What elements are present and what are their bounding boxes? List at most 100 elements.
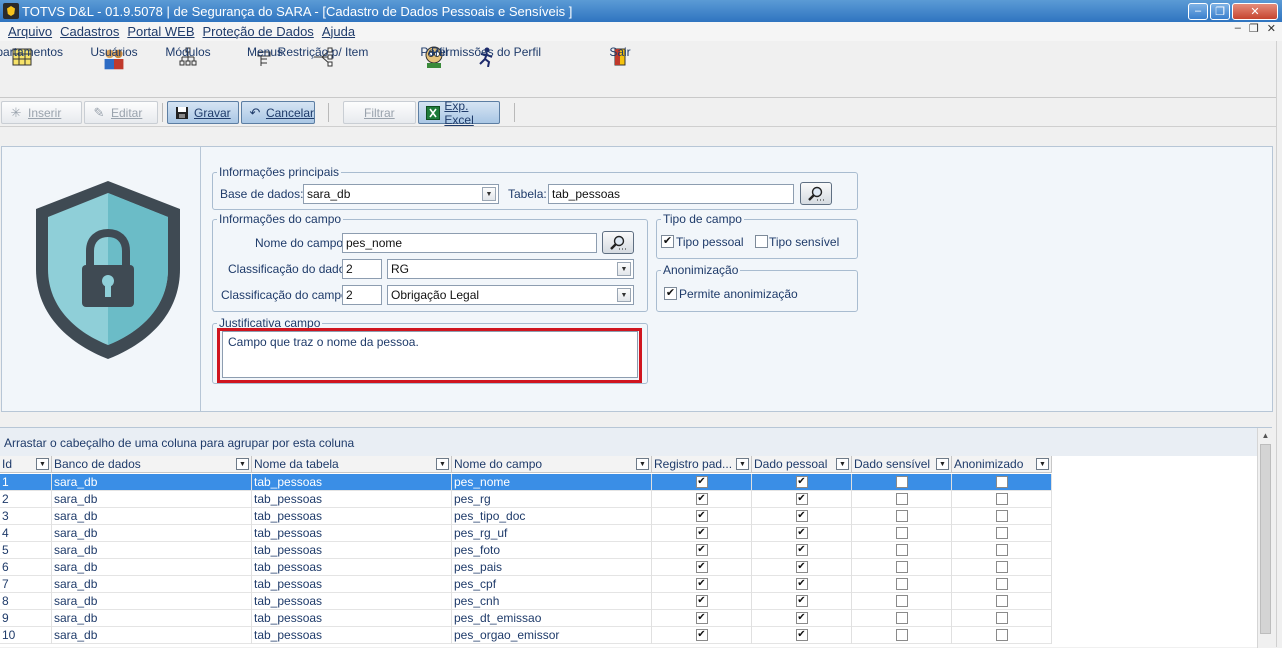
table-row[interactable]: 8 sara_db tab_pessoas pes_cnh ✔ ✔ [0,593,1052,610]
ribbon-modulos-button[interactable]: Módulos [165,45,211,75]
row-checkbox[interactable]: ✔ [795,510,808,522]
row-checkbox[interactable]: ✔ [795,561,808,573]
scroll-up-icon[interactable]: ▲ [1258,428,1273,443]
menu-ajuda[interactable]: Ajuda [318,24,359,39]
gravar-button[interactable]: Gravar [167,101,239,124]
chevron-down-icon[interactable]: ▼ [482,187,496,201]
row-checkbox[interactable] [895,476,908,488]
maximize-button[interactable]: ❐ [1210,2,1230,20]
row-checkbox[interactable] [895,527,908,539]
row-checkbox[interactable] [995,544,1008,556]
minimize-button[interactable]: ‒ [1188,2,1208,20]
base-dropdown[interactable]: sara_db ▼ [303,184,499,204]
row-checkbox[interactable]: ✔ [795,612,808,624]
row-checkbox[interactable]: ✔ [795,476,808,488]
filter-dropdown-icon[interactable]: ▼ [1036,458,1049,470]
table-row[interactable]: 5 sara_db tab_pessoas pes_foto ✔ ✔ [0,542,1052,559]
mdi-restore-button[interactable]: ❐ [1249,22,1259,35]
exp-excel-button[interactable]: Exp. Excel [418,99,500,127]
row-checkbox[interactable] [995,612,1008,624]
tipo-pessoal-checkbox[interactable]: ✔ [661,235,674,248]
cancelar-button[interactable]: ↶ Cancelar [241,101,315,124]
ribbon-permissoes-button[interactable]: Permissões do Perfil [431,45,541,75]
row-checkbox[interactable] [895,612,908,624]
row-checkbox[interactable]: ✔ [795,595,808,607]
chevron-down-icon[interactable]: ▼ [617,262,631,276]
row-checkbox[interactable] [895,629,908,641]
permite-anonimizacao-checkbox[interactable]: ✔ [664,287,677,300]
col-anonimizado-header[interactable]: Anonimizado ▼ [952,456,1052,473]
row-checkbox[interactable]: ✔ [695,612,708,624]
nome-campo-input[interactable]: pes_nome [342,233,597,253]
col-banco-header[interactable]: Banco de dados ▼ [52,456,252,473]
row-checkbox[interactable] [895,510,908,522]
table-row[interactable]: 4 sara_db tab_pessoas pes_rg_uf ✔ ✔ [0,525,1052,542]
row-checkbox[interactable]: ✔ [695,510,708,522]
col-tabela-header[interactable]: Nome da tabela ▼ [252,456,452,473]
row-checkbox[interactable]: ✔ [695,493,708,505]
ribbon-sair-button[interactable]: Sair [608,45,632,75]
row-checkbox[interactable] [995,595,1008,607]
col-registro-header[interactable]: Registro pad... ▼ [652,456,752,473]
row-checkbox[interactable]: ✔ [795,527,808,539]
filter-dropdown-icon[interactable]: ▼ [236,458,249,470]
mdi-close-button[interactable]: ✕ [1267,22,1276,35]
tipo-sensivel-checkbox[interactable] [755,235,768,248]
row-checkbox[interactable]: ✔ [695,527,708,539]
row-checkbox[interactable] [895,578,908,590]
row-checkbox[interactable]: ✔ [695,476,708,488]
row-checkbox[interactable] [995,493,1008,505]
filter-dropdown-icon[interactable]: ▼ [636,458,649,470]
table-row[interactable]: 7 sara_db tab_pessoas pes_cpf ✔ ✔ [0,576,1052,593]
row-checkbox[interactable] [895,561,908,573]
close-button[interactable]: ✕ [1232,2,1278,20]
ribbon-menus-button[interactable]: Menus [247,45,283,79]
class-dado-dropdown[interactable]: RG ▼ [387,259,634,279]
table-row[interactable]: 1 sara_db tab_pessoas pes_nome ✔ ✔ [0,474,1052,491]
row-checkbox[interactable]: ✔ [695,629,708,641]
row-checkbox[interactable] [895,493,908,505]
col-campo-header[interactable]: Nome do campo ▼ [452,456,652,473]
menu-cadastros[interactable]: Cadastros [56,24,123,39]
row-checkbox[interactable] [995,510,1008,522]
row-checkbox[interactable]: ✔ [795,493,808,505]
vertical-scrollbar[interactable]: ▲ [1257,428,1272,648]
filter-dropdown-icon[interactable]: ▼ [36,458,49,470]
mdi-minimize-button[interactable]: ‒ [1235,22,1241,35]
row-checkbox[interactable] [995,561,1008,573]
filter-dropdown-icon[interactable]: ▼ [436,458,449,470]
table-row[interactable]: 6 sara_db tab_pessoas pes_pais ✔ ✔ [0,559,1052,576]
table-row[interactable]: 3 sara_db tab_pessoas pes_tipo_doc ✔ ✔ [0,508,1052,525]
ribbon-usuarios-button[interactable]: Usuários [90,45,138,79]
chevron-down-icon[interactable]: ▼ [617,288,631,302]
row-checkbox[interactable] [895,544,908,556]
filter-dropdown-icon[interactable]: ▼ [836,458,849,470]
table-row[interactable]: 2 sara_db tab_pessoas pes_rg ✔ ✔ [0,491,1052,508]
table-row[interactable]: 10 sara_db tab_pessoas pes_orgao_emissor ✔ ✔ [0,627,1052,644]
menu-portal-web[interactable]: Portal WEB [123,24,198,39]
row-checkbox[interactable] [995,527,1008,539]
table-row[interactable]: 9 sara_db tab_pessoas pes_dt_emissao ✔ ✔ [0,610,1052,627]
editar-button[interactable]: ✎ Editar [84,101,158,124]
row-checkbox[interactable]: ✔ [795,544,808,556]
scroll-thumb[interactable] [1260,444,1271,634]
class-campo-code-input[interactable]: 2 [342,285,382,305]
col-sensivel-header[interactable]: Dado sensível ▼ [852,456,952,473]
menu-protecao-dados[interactable]: Proteção de Dados [199,24,318,39]
tabela-search-button[interactable] [800,182,832,205]
row-checkbox[interactable] [895,595,908,607]
menu-arquivo[interactable]: Arquivo [0,24,56,39]
filtrar-button[interactable]: Filtrar [343,101,416,124]
ribbon-departamentos-button[interactable]: Departamentos [0,45,63,75]
filter-dropdown-icon[interactable]: ▼ [736,458,749,470]
row-checkbox[interactable] [995,629,1008,641]
nome-campo-search-button[interactable] [602,231,634,254]
tabela-input[interactable]: tab_pessoas [548,184,794,204]
row-checkbox[interactable]: ✔ [695,595,708,607]
row-checkbox[interactable] [995,476,1008,488]
row-checkbox[interactable]: ✔ [695,544,708,556]
row-checkbox[interactable] [995,578,1008,590]
row-checkbox[interactable]: ✔ [695,578,708,590]
row-checkbox[interactable]: ✔ [795,578,808,590]
class-dado-code-input[interactable]: 2 [342,259,382,279]
